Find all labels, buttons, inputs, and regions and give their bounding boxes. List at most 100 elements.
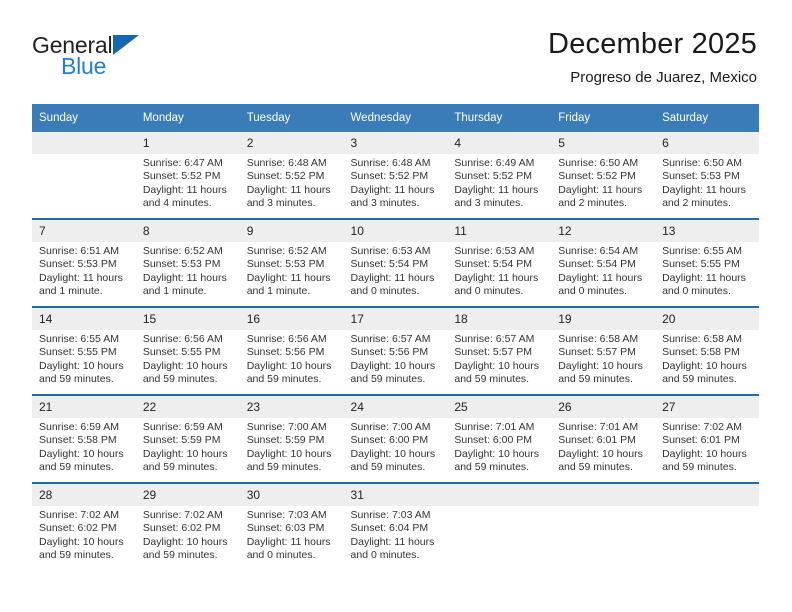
day-details: Sunrise: 6:56 AM Sunset: 5:56 PM Daylight:… [240, 330, 344, 387]
logo-triangle-icon [113, 35, 139, 55]
day-cell[interactable]: 20 Sunrise: 6:58 AM Sunset: 5:58 PM Dayligh… [655, 308, 759, 394]
day-number: 18 [447, 308, 552, 330]
sunrise-time: Sunrise: 6:47 AM [142, 157, 223, 169]
day-number [32, 132, 136, 154]
sunrise-time: Sunrise: 6:53 AM [454, 245, 535, 257]
day-details: Sunrise: 6:52 AM Sunset: 5:53 PM Daylight:… [136, 242, 240, 299]
sunset-time: Sunset: 5:52 PM [558, 170, 636, 183]
sunset-time: Sunset: 5:55 PM [39, 346, 117, 359]
calendar-cell: 30 Sunrise: 7:03 AM Sunset: 6:03 PM Dayligh… [239, 482, 344, 570]
calendar-week-row: 14 Sunrise: 6:55 AM Sunset: 5:55 PM Dayligh… [32, 306, 759, 395]
day-cell[interactable]: 25 Sunrise: 7:01 AM Sunset: 6:00 PM Dayligh… [447, 396, 552, 482]
day-cell[interactable]: 6 Sunrise: 6:50 AM Sunset: 5:53 PM Daylight… [655, 132, 759, 218]
weekday-header-sunday: Sunday [32, 104, 136, 132]
calendar-cell [32, 132, 136, 219]
day-cell[interactable]: 5 Sunrise: 6:50 AM Sunset: 5:52 PM Daylight… [551, 132, 656, 218]
day-cell[interactable]: 24 Sunrise: 7:00 AM Sunset: 6:00 PM Dayligh… [343, 396, 448, 482]
day-cell[interactable]: 1 Sunrise: 6:47 AM Sunset: 5:52 PM Daylight… [135, 132, 240, 218]
day-cell[interactable]: 26 Sunrise: 7:01 AM Sunset: 6:01 PM Dayligh… [551, 396, 656, 482]
calendar-cell: 19 Sunrise: 6:58 AM Sunset: 5:57 PM Dayligh… [551, 306, 656, 395]
calendar-cell: 16 Sunrise: 6:56 AM Sunset: 5:56 PM Dayligh… [239, 306, 344, 395]
day-cell[interactable]: 30 Sunrise: 7:03 AM Sunset: 6:03 PM Dayligh… [239, 484, 344, 570]
day-cell[interactable]: 23 Sunrise: 7:00 AM Sunset: 5:59 PM Dayligh… [239, 396, 344, 482]
sunset-time: Sunset: 6:02 PM [142, 522, 221, 535]
daylight-duration-line2: and 59 minutes. [142, 461, 218, 474]
day-details: Sunrise: 6:58 AM Sunset: 5:57 PM Daylight:… [551, 330, 655, 387]
sunset-time: Sunset: 5:56 PM [350, 346, 429, 359]
masthead: General Blue December 2025 Progreso de J… [32, 26, 757, 98]
daylight-duration-line1: Daylight: 10 hours [454, 447, 540, 460]
title-block: December 2025 Progreso de Juarez, Mexico [548, 26, 757, 89]
day-cell[interactable]: 19 Sunrise: 6:58 AM Sunset: 5:57 PM Dayligh… [551, 308, 656, 394]
sunrise-time: Sunrise: 7:01 AM [454, 421, 535, 433]
day-cell[interactable]: 15 Sunrise: 6:56 AM Sunset: 5:55 PM Dayligh… [135, 308, 240, 394]
day-cell[interactable]: 29 Sunrise: 7:02 AM Sunset: 6:02 PM Dayligh… [135, 484, 240, 570]
daylight-duration-line1: Daylight: 10 hours [558, 359, 643, 372]
sunset-time: Sunset: 6:02 PM [39, 522, 117, 535]
day-cell[interactable]: 31 Sunrise: 7:03 AM Sunset: 6:04 PM Dayligh… [343, 484, 448, 570]
day-cell[interactable]: 3 Sunrise: 6:48 AM Sunset: 5:52 PM Daylight… [343, 132, 448, 218]
day-cell[interactable]: 10 Sunrise: 6:53 AM Sunset: 5:54 PM Dayligh… [343, 220, 448, 306]
day-cell[interactable]: 11 Sunrise: 6:53 AM Sunset: 5:54 PM Dayligh… [447, 220, 552, 306]
calendar-cell: 15 Sunrise: 6:56 AM Sunset: 5:55 PM Dayligh… [135, 306, 240, 395]
daylight-duration-line2: and 0 minutes. [662, 285, 731, 298]
day-details: Sunrise: 7:00 AM Sunset: 5:59 PM Daylight:… [240, 418, 344, 475]
calendar-cell: 18 Sunrise: 6:57 AM Sunset: 5:57 PM Dayligh… [447, 306, 552, 395]
day-cell[interactable]: 17 Sunrise: 6:57 AM Sunset: 5:56 PM Dayligh… [343, 308, 448, 394]
weekday-header-monday: Monday [135, 104, 240, 132]
day-number [655, 484, 759, 506]
daylight-duration-line2: and 59 minutes. [39, 549, 114, 562]
daylight-duration-line2: and 3 minutes. [246, 197, 316, 210]
day-cell[interactable]: 21 Sunrise: 6:59 AM Sunset: 5:58 PM Dayligh… [32, 396, 136, 482]
calendar-cell: 5 Sunrise: 6:50 AM Sunset: 5:52 PM Daylight… [551, 132, 656, 219]
day-details: Sunrise: 6:49 AM Sunset: 5:52 PM Daylight:… [447, 154, 551, 211]
day-number: 31 [343, 484, 448, 506]
daylight-duration-line2: and 59 minutes. [662, 461, 737, 474]
day-cell[interactable]: 2 Sunrise: 6:48 AM Sunset: 5:52 PM Daylight… [239, 132, 344, 218]
day-cell[interactable]: 8 Sunrise: 6:52 AM Sunset: 5:53 PM Daylight… [135, 220, 240, 306]
sunset-time: Sunset: 5:54 PM [558, 258, 636, 271]
daylight-duration-line2: and 59 minutes. [558, 373, 633, 386]
day-cell[interactable]: 14 Sunrise: 6:55 AM Sunset: 5:55 PM Dayligh… [32, 308, 136, 394]
day-cell[interactable]: 13 Sunrise: 6:55 AM Sunset: 5:55 PM Dayligh… [655, 220, 759, 306]
calendar-cell: 31 Sunrise: 7:03 AM Sunset: 6:04 PM Dayligh… [343, 482, 448, 570]
day-number: 11 [447, 220, 552, 242]
daylight-duration-line1: Daylight: 10 hours [39, 359, 124, 372]
day-details: Sunrise: 6:51 AM Sunset: 5:53 PM Daylight:… [32, 242, 136, 299]
daylight-duration-line1: Daylight: 10 hours [39, 535, 124, 548]
day-details: Sunrise: 7:02 AM Sunset: 6:01 PM Daylight:… [655, 418, 759, 475]
weekday-header-friday: Friday [551, 104, 656, 132]
daylight-duration-line1: Daylight: 11 hours [39, 271, 123, 284]
day-cell[interactable]: 16 Sunrise: 6:56 AM Sunset: 5:56 PM Dayligh… [239, 308, 344, 394]
day-details: Sunrise: 6:50 AM Sunset: 5:53 PM Daylight:… [655, 154, 759, 211]
daylight-duration-line2: and 59 minutes. [246, 461, 322, 474]
day-cell[interactable]: 4 Sunrise: 6:49 AM Sunset: 5:52 PM Daylight… [447, 132, 552, 218]
day-cell[interactable]: 22 Sunrise: 6:59 AM Sunset: 5:59 PM Dayligh… [135, 396, 240, 482]
sunset-time: Sunset: 5:58 PM [39, 434, 117, 447]
day-cell[interactable]: 18 Sunrise: 6:57 AM Sunset: 5:57 PM Dayligh… [447, 308, 552, 394]
day-number: 29 [135, 484, 240, 506]
day-cell[interactable]: 7 Sunrise: 6:51 AM Sunset: 5:53 PM Daylight… [32, 220, 136, 306]
day-details: Sunrise: 6:58 AM Sunset: 5:58 PM Daylight:… [655, 330, 759, 387]
daylight-duration-line2: and 59 minutes. [558, 461, 633, 474]
day-number: 14 [32, 308, 136, 330]
day-number: 6 [655, 132, 759, 154]
sunset-time: Sunset: 5:53 PM [142, 258, 221, 271]
day-number: 1 [135, 132, 240, 154]
daylight-duration-line1: Daylight: 11 hours [558, 183, 643, 196]
sunrise-time: Sunrise: 6:51 AM [39, 245, 119, 257]
day-cell[interactable]: 12 Sunrise: 6:54 AM Sunset: 5:54 PM Dayligh… [551, 220, 656, 306]
calendar-cell: 8 Sunrise: 6:52 AM Sunset: 5:53 PM Daylight… [135, 218, 240, 307]
daylight-duration-line2: and 2 minutes. [662, 197, 731, 210]
day-details: Sunrise: 6:59 AM Sunset: 5:59 PM Daylight:… [136, 418, 240, 475]
day-details: Sunrise: 7:02 AM Sunset: 6:02 PM Daylight:… [136, 506, 240, 563]
generalblue-logo[interactable]: General Blue [32, 32, 212, 92]
daylight-duration-line1: Daylight: 11 hours [454, 183, 539, 196]
day-cell[interactable]: 28 Sunrise: 7:02 AM Sunset: 6:02 PM Dayligh… [32, 484, 136, 570]
calendar-cell: 2 Sunrise: 6:48 AM Sunset: 5:52 PM Daylight… [239, 132, 344, 219]
daylight-duration-line2: and 59 minutes. [454, 461, 530, 474]
day-cell[interactable]: 9 Sunrise: 6:52 AM Sunset: 5:53 PM Daylight… [239, 220, 344, 306]
day-number: 19 [551, 308, 656, 330]
daylight-duration-line2: and 0 minutes. [350, 285, 420, 298]
day-cell[interactable]: 27 Sunrise: 7:02 AM Sunset: 6:01 PM Dayligh… [655, 396, 759, 482]
